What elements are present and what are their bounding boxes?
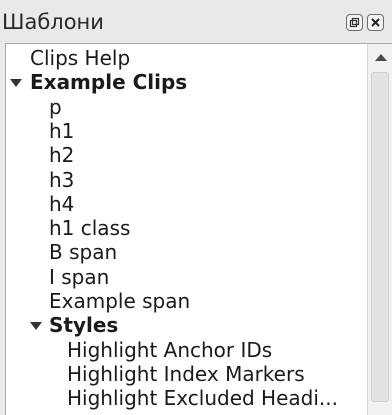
clips-panel: Шаблони Clips Help Example Clips p h1 h2 h3 h4… (0, 0, 392, 415)
tree-item[interactable]: I span (6, 265, 366, 289)
tree-item-label: h3 (49, 167, 75, 192)
clips-tree-view[interactable]: Clips Help Example Clips p h1 h2 h3 h4 h1 class… (5, 43, 392, 415)
tree-item[interactable]: h1 (6, 119, 366, 143)
tree-item-label: B span (49, 240, 118, 265)
tree-item[interactable]: Highlight Anchor IDs (6, 338, 366, 362)
clips-tree: Clips Help Example Clips p h1 h2 h3 h4 h1 class… (6, 44, 366, 415)
tree-item[interactable]: Clips Help (6, 46, 366, 70)
tree-item-label: h2 (49, 143, 75, 168)
panel-title: Шаблони (2, 10, 104, 34)
tree-item[interactable]: h4 (6, 192, 366, 216)
tree-item[interactable]: Highlight Excluded Headi... (6, 386, 366, 410)
tree-item[interactable]: h1 class (6, 216, 366, 240)
close-icon[interactable] (367, 14, 384, 31)
tree-item-label: Styles (49, 313, 119, 338)
tree-item-label: Highlight Index Markers (67, 361, 305, 386)
tree-item[interactable]: Example span (6, 289, 366, 313)
tree-item-label: h1 class (49, 216, 131, 241)
tree-item[interactable]: Highlight Index Markers (6, 362, 366, 386)
tree-item[interactable]: h3 (6, 168, 366, 192)
tree-item[interactable]: p (6, 95, 366, 119)
expand-arrow-icon[interactable] (10, 79, 22, 88)
tree-item-label: Example Clips (30, 70, 188, 95)
tree-item-label: p (49, 94, 62, 119)
tree-item[interactable]: B span (6, 240, 366, 264)
tree-item-label: Clips Help (30, 46, 131, 70)
tree-item-label: Highlight Anchor IDs (67, 337, 273, 362)
tree-item-label: h4 (49, 191, 75, 216)
scroll-up-icon[interactable] (375, 54, 387, 61)
tree-folder[interactable]: Example Clips (6, 70, 366, 94)
tree-item-label: Highlight Excluded Headi... (67, 386, 338, 411)
expand-arrow-icon[interactable] (30, 322, 42, 331)
tree-item-label: I span (49, 264, 110, 289)
tree-item-label: h1 (49, 118, 75, 143)
tree-item-label: Example span (49, 289, 191, 313)
panel-titlebar: Шаблони (0, 0, 392, 42)
scroll-thumb[interactable] (371, 72, 389, 402)
tree-item[interactable]: h2 (6, 143, 366, 167)
vertical-scrollbar[interactable] (367, 44, 392, 415)
tree-folder[interactable]: Styles (6, 313, 366, 337)
float-icon[interactable] (346, 14, 363, 31)
